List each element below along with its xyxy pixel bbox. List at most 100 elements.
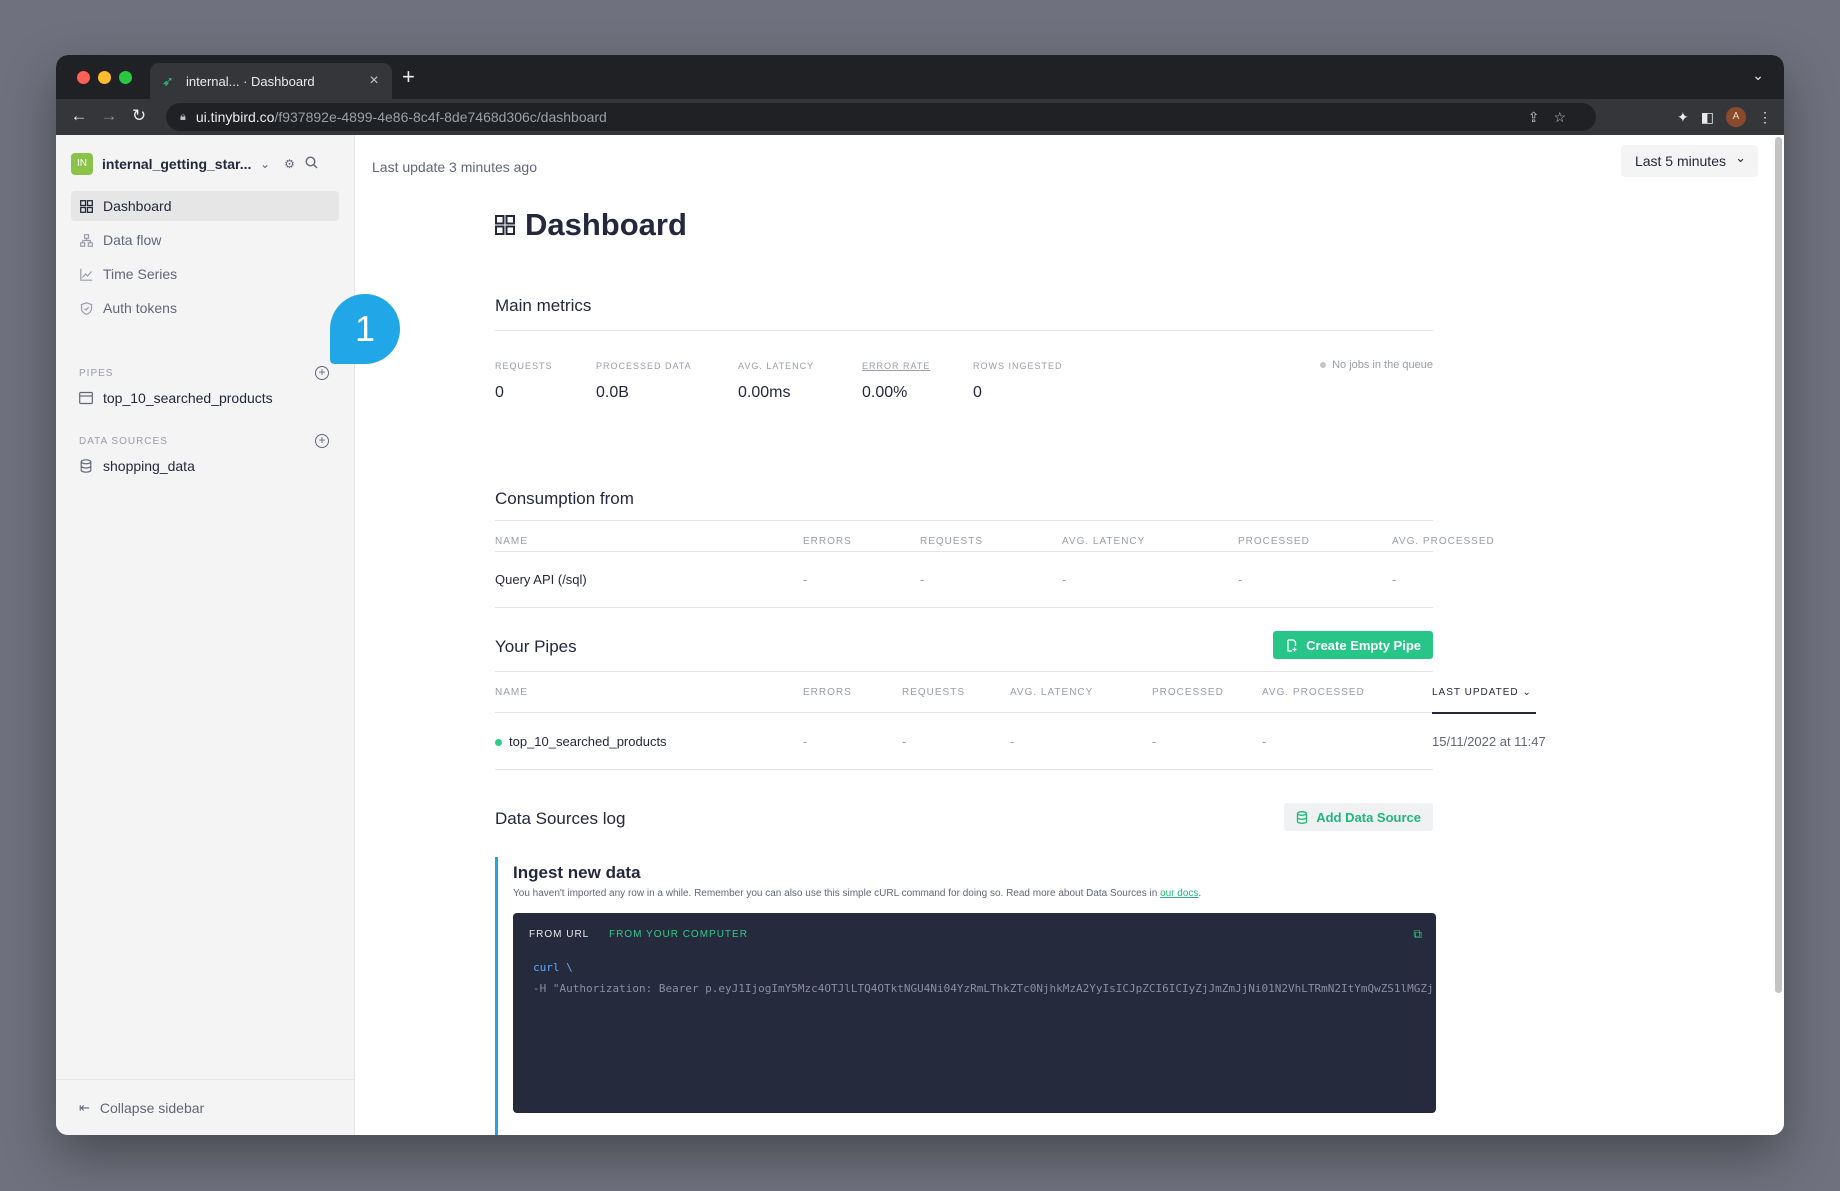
ingest-description: You haven't imported any row in a while.…: [513, 888, 1202, 899]
workspace-name: internal_getting_star...: [102, 156, 252, 172]
url-field[interactable]: 🔒︎ ui.tinybird.co/f937892e-4899-4e86-8c4…: [166, 103, 1596, 131]
divider: [495, 330, 1433, 331]
pipes-title: Your Pipes: [495, 637, 577, 656]
column-header: AVG. PROCESSED: [1392, 536, 1495, 547]
sidebar-item-label: Auth tokens: [103, 300, 177, 316]
extensions-icon[interactable]: ✦: [1677, 109, 1689, 126]
sidebar-item-label: Data flow: [103, 232, 162, 248]
divider: [495, 551, 1433, 552]
flow-icon: [79, 233, 93, 247]
metric-value: 0.00ms: [738, 384, 791, 401]
table-cell: -: [803, 734, 808, 749]
shield-icon: [79, 301, 93, 315]
bookmark-star-icon[interactable]: ☆: [1553, 109, 1566, 126]
close-tab-icon[interactable]: ×: [366, 72, 382, 90]
tab-bar: ➶ internal... · Dashboard × + ⌄: [56, 55, 1784, 99]
sidebar-datasource-label: shopping_data: [103, 458, 195, 474]
metric-label: PROCESSED DATA: [596, 361, 692, 371]
database-icon: [79, 459, 93, 473]
divider: [495, 607, 1433, 608]
url-host: ui.tinybird.co: [195, 109, 275, 125]
chevron-down-icon: ⌄: [1522, 687, 1532, 698]
divider: [495, 769, 1433, 770]
sidebar-pipe-item[interactable]: top_10_searched_products: [79, 390, 273, 406]
main-content: Last update 3 minutes ago Last 5 minutes…: [356, 135, 1784, 1135]
pipe-icon: [79, 391, 93, 405]
status-dot-icon: [1320, 362, 1327, 369]
tab-from-computer[interactable]: FROM YOUR COMPUTER: [609, 929, 748, 940]
sidebar-item-data-flow[interactable]: Data flow: [71, 225, 339, 255]
table-cell[interactable]: Query API (/sql): [495, 572, 587, 587]
back-icon[interactable]: ←: [64, 106, 94, 126]
divider: [495, 520, 1433, 521]
search-icon[interactable]: [305, 156, 318, 172]
last-update-text: Last update 3 minutes ago: [372, 159, 538, 175]
tab-search-icon[interactable]: ⌄: [1752, 67, 1764, 84]
column-header: NAME: [495, 687, 528, 698]
pipe-add-icon: [1285, 638, 1298, 652]
pipe-row-name[interactable]: top_10_searched_products: [495, 734, 667, 749]
collapse-sidebar-label: Collapse sidebar: [99, 1099, 205, 1116]
forward-icon[interactable]: →: [94, 106, 124, 126]
column-header: ERRORS: [803, 687, 852, 698]
time-range-select[interactable]: Last 5 minutes: [1620, 142, 1758, 177]
close-window-button[interactable]: [77, 71, 90, 84]
sidebar-datasource-item[interactable]: shopping_data: [79, 458, 195, 474]
add-pipe-icon[interactable]: +: [315, 366, 329, 380]
chevron-down-icon[interactable]: ⌄: [260, 157, 270, 171]
side-panel-icon[interactable]: ◧: [1701, 109, 1714, 126]
tab-title: internal... · Dashboard: [186, 73, 315, 89]
copy-icon[interactable]: ⧉: [1413, 927, 1422, 942]
address-bar: ← → ↻ 🔒︎ ui.tinybird.co/f937892e-4899-4e…: [56, 99, 1784, 135]
docs-link[interactable]: our docs: [1160, 888, 1198, 899]
step-annotation: 1: [330, 294, 400, 364]
code-line: -H "Authorization: Bearer p.eyJ1IjogImY5…: [533, 982, 1433, 995]
collapse-arrow-icon: ⇤: [79, 1099, 90, 1115]
more-menu-icon[interactable]: ⋮: [1758, 109, 1772, 126]
share-icon[interactable]: ⇪: [1528, 109, 1540, 126]
grid-icon: [79, 199, 93, 213]
sidebar-item-dashboard[interactable]: Dashboard: [71, 191, 339, 221]
create-empty-pipe-button[interactable]: Create Empty Pipe: [1273, 631, 1433, 659]
column-header: REQUESTS: [902, 687, 966, 698]
browser-window: ➶ internal... · Dashboard × + ⌄ ← → ↻ 🔒︎…: [56, 55, 1784, 1135]
column-header: AVG. PROCESSED: [1262, 687, 1365, 698]
column-header: PROCESSED: [1152, 687, 1224, 698]
table-cell: -: [1010, 734, 1015, 749]
tab-from-url[interactable]: FROM URL: [529, 929, 589, 940]
profile-avatar[interactable]: A: [1726, 107, 1746, 127]
metric-label[interactable]: ERROR RATE: [862, 361, 930, 371]
maximize-window-button[interactable]: [119, 71, 132, 84]
minimize-window-button[interactable]: [98, 71, 111, 84]
workspace-selector[interactable]: IN internal_getting_star... ⌄ ⚙: [71, 153, 341, 175]
browser-tab[interactable]: ➶ internal... · Dashboard ×: [150, 63, 392, 99]
page-title-text: Dashboard: [525, 207, 687, 242]
add-datasource-icon[interactable]: +: [315, 434, 329, 448]
new-tab-icon[interactable]: +: [402, 65, 415, 89]
column-header-sorted[interactable]: LAST UPDATED ⌄: [1432, 687, 1532, 698]
metric-value: 0.00%: [862, 384, 908, 401]
sidebar-item-time-series[interactable]: Time Series: [71, 259, 339, 289]
table-cell: -: [1062, 572, 1067, 587]
table-cell: -: [803, 572, 808, 587]
add-data-source-button[interactable]: Add Data Source: [1284, 803, 1433, 831]
column-header: ERRORS: [803, 536, 852, 547]
sidebar-item-auth-tokens[interactable]: Auth tokens: [71, 293, 339, 323]
url-path: /f937892e-4899-4e86-8c4f-8de7468d306c/da…: [274, 109, 607, 125]
ingest-panel: Ingest new data You haven't imported any…: [495, 857, 1436, 1135]
scrollbar[interactable]: [1775, 137, 1782, 993]
code-block: FROM URL FROM YOUR COMPUTER ⧉ curl \ -H …: [513, 913, 1436, 1113]
table-cell: -: [920, 572, 925, 587]
divider: [495, 712, 1433, 713]
gear-icon[interactable]: ⚙: [284, 157, 295, 171]
database-icon: [1296, 810, 1308, 824]
reload-icon[interactable]: ↻: [124, 106, 154, 126]
tinybird-favicon-icon: ➶: [162, 73, 174, 89]
sidebar-item-label: Time Series: [103, 266, 178, 282]
add-data-source-label: Add Data Source: [1316, 809, 1421, 825]
column-header: PROCESSED: [1238, 536, 1310, 547]
table-cell: -: [1392, 572, 1397, 587]
window-controls: [77, 71, 132, 84]
collapse-sidebar-button[interactable]: ⇤ Collapse sidebar: [56, 1079, 354, 1135]
code-line: curl \: [533, 961, 573, 974]
